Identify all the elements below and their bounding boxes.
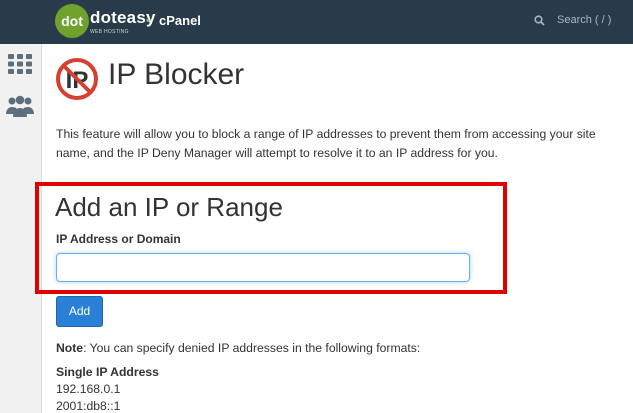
description-line-2: name, and the IP Deny Manager will attem… [56,146,498,160]
breadcrumb-separator: • [146,15,150,27]
ip-blocker-icon: IP [56,58,98,100]
page-description: This feature will allow you to block a r… [56,125,633,163]
page-title: IP Blocker [108,58,245,91]
doteasy-logo[interactable]: dot [55,4,89,38]
note-body: : You can specify denied IP addresses in… [83,341,421,355]
ip-field-label: IP Address or Domain [56,232,181,246]
example-ipv4: 192.168.0.1 [56,382,121,396]
description-line-1: This feature will allow you to block a r… [56,127,596,141]
single-ip-heading: Single IP Address [56,365,159,379]
section-title: Add an IP or Range [55,192,283,222]
note-text: Note: You can specify denied IP addresse… [56,341,420,355]
grid-icon[interactable] [6,52,34,76]
search-placeholder: Search ( / ) [557,14,612,26]
users-icon[interactable] [6,94,34,118]
add-button[interactable]: Add [56,296,103,327]
note-label: Note [56,341,84,355]
ip-address-input[interactable] [56,253,470,282]
top-bar: dot doteasy WEB HOSTING • cPanel Search … [0,0,633,44]
example-ipv6: 2001:db8::1 [56,399,121,413]
app-name[interactable]: cPanel [159,13,201,28]
search-icon [534,15,545,26]
logo-subtext: WEB HOSTING [90,29,129,35]
